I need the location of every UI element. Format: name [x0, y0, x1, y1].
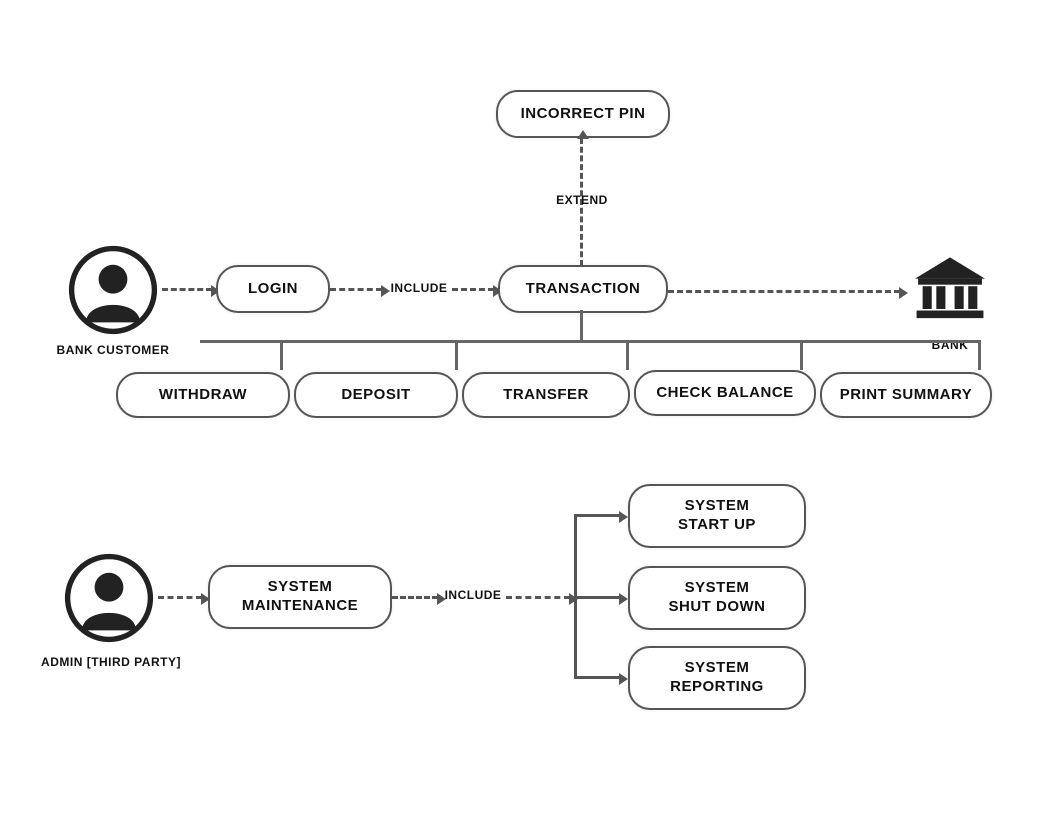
actor-bank-customer-label: BANK CUSTOMER: [50, 343, 176, 357]
usecase-withdraw: WITHDRAW: [116, 372, 290, 418]
user-icon: [68, 245, 158, 335]
usecase-transaction: TRANSACTION: [498, 265, 668, 313]
connector-bracket-mid: [574, 596, 620, 599]
connector-span-check: [800, 340, 803, 370]
usecase-check-balance: CHECK BALANCE: [634, 370, 816, 416]
connector-span-transfer: [626, 340, 629, 370]
connector-login-include: [330, 288, 382, 291]
label-include-2: INCLUDE: [444, 588, 502, 602]
usecase-system-reporting: SYSTEM REPORTING: [628, 646, 806, 710]
usecase-transfer: TRANSFER: [462, 372, 630, 418]
connector-span-deposit: [455, 340, 458, 370]
connector-transaction-drop: [580, 310, 583, 340]
connector-include-bracket: [506, 596, 570, 599]
usecase-system-startup: SYSTEM START UP: [628, 484, 806, 548]
actor-admin-label: ADMIN [THIRD PARTY]: [36, 655, 186, 669]
label-include-1: INCLUDE: [390, 281, 448, 295]
actor-bank-customer-icon: [68, 245, 158, 335]
connector-customer-login: [162, 288, 212, 291]
connector-sysmaint-include: [392, 596, 438, 599]
connector-bracket-top: [574, 514, 620, 517]
usecase-deposit: DEPOSIT: [294, 372, 458, 418]
connector-span-print: [978, 340, 981, 370]
connector-transaction-span: [200, 340, 980, 343]
connector-admin-sysmaint: [158, 596, 202, 599]
actor-admin-icon: [64, 553, 154, 643]
connector-include-transaction: [452, 288, 494, 291]
label-extend: EXTEND: [556, 193, 608, 207]
bank-icon: [912, 255, 988, 325]
usecase-system-shutdown: SYSTEM SHUT DOWN: [628, 566, 806, 630]
usecase-login: LOGIN: [216, 265, 330, 313]
use-case-diagram: INCORRECT PIN EXTEND BANK CUSTOMER LOGIN…: [0, 0, 1062, 822]
connector-transaction-bank: [668, 290, 900, 293]
connector-span-withdraw: [280, 340, 283, 370]
connector-bracket-bot: [574, 676, 620, 679]
usecase-system-maintenance: SYSTEM MAINTENANCE: [208, 565, 392, 629]
usecase-print-summary: PRINT SUMMARY: [820, 372, 992, 418]
actor-bank-icon: [910, 250, 990, 330]
connector-bracket-vert: [574, 514, 577, 676]
user-icon: [64, 553, 154, 643]
